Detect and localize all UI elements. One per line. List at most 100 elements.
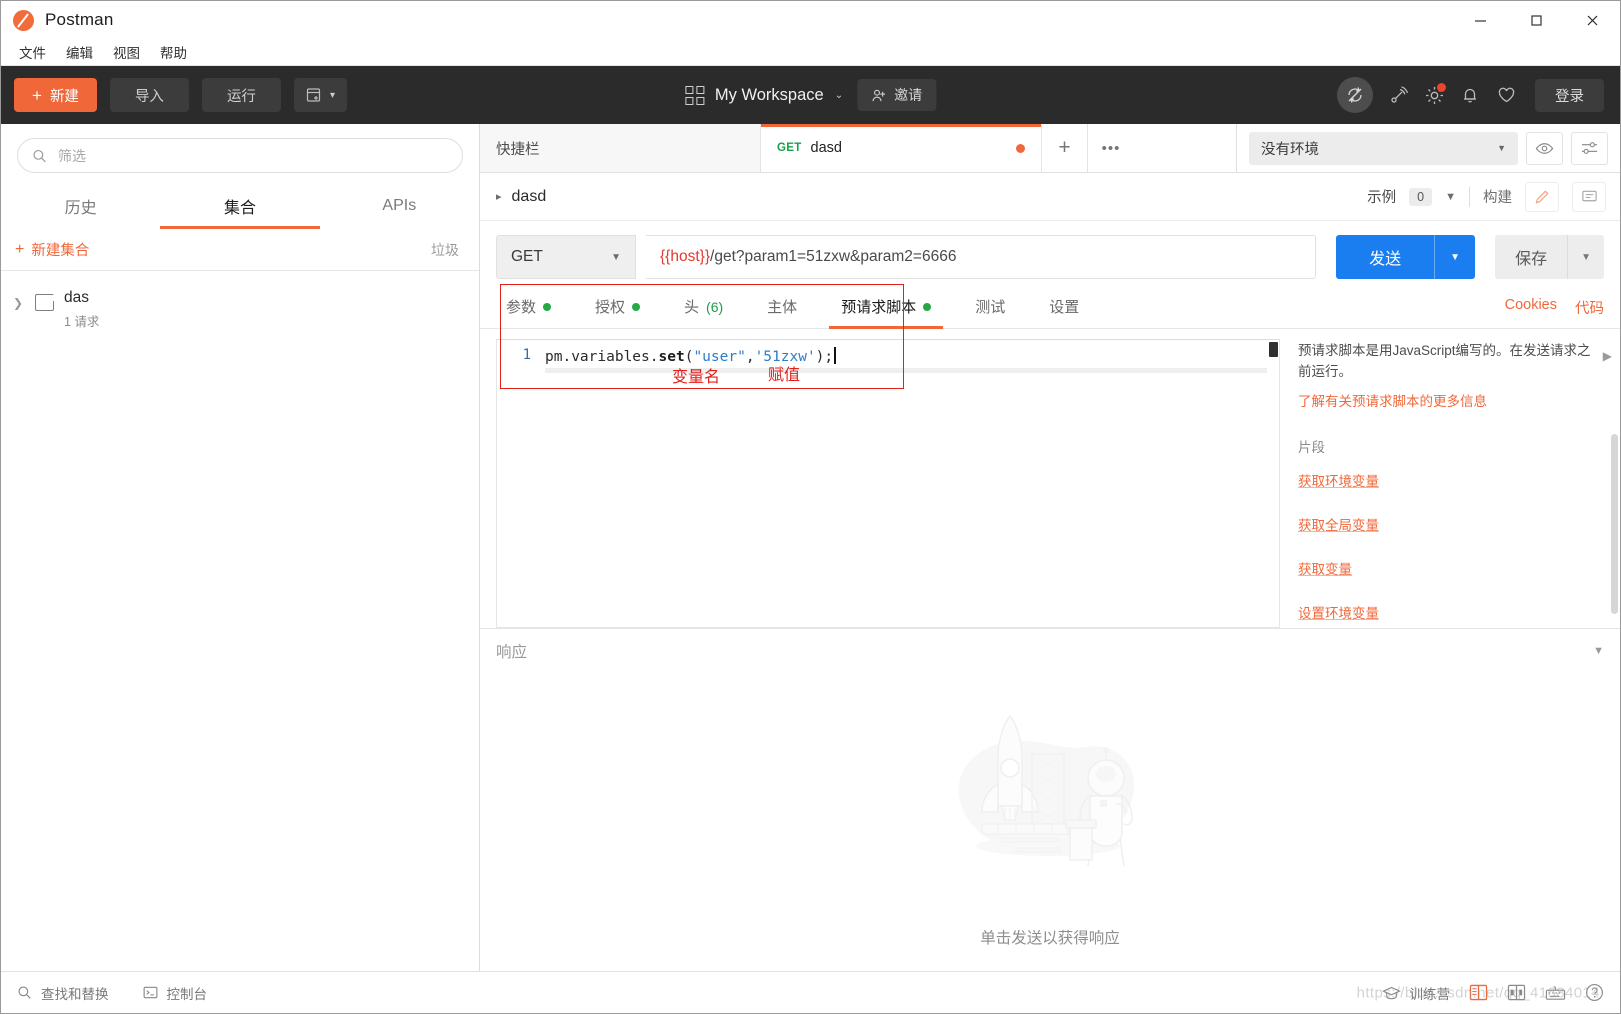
code-editor[interactable]: 1 pm.variables.set("user",'51zxw'); xyxy=(496,339,1280,628)
build-link[interactable]: 构建 xyxy=(1483,186,1512,207)
menu-view[interactable]: 视图 xyxy=(105,39,148,65)
filter-box[interactable] xyxy=(17,138,463,173)
chevron-right-icon[interactable]: ❯ xyxy=(11,289,25,310)
grid-icon xyxy=(684,85,704,105)
environment-area: 没有环境 ▼ xyxy=(1236,124,1620,172)
satellite-icon[interactable] xyxy=(1387,84,1409,106)
add-tab-button[interactable]: + xyxy=(1042,124,1088,172)
save-button[interactable]: 保存 ▼ xyxy=(1495,235,1604,279)
code-content[interactable]: pm.variables.set("user",'51zxw'); xyxy=(545,347,836,365)
cookies-link[interactable]: Cookies xyxy=(1505,297,1557,318)
invite-label: 邀请 xyxy=(894,87,923,103)
snippet-set-environment-variable[interactable]: 设置环境变量 xyxy=(1298,602,1602,622)
method-selector[interactable]: GET ▼ xyxy=(496,235,636,279)
collection-list: ❯ das 1 请求 xyxy=(1,271,479,971)
manage-environments-button[interactable] xyxy=(1571,131,1608,165)
minimize-button[interactable] xyxy=(1452,1,1508,39)
bell-icon[interactable] xyxy=(1459,84,1481,106)
list-item[interactable]: ❯ das 1 请求 xyxy=(1,281,479,338)
tab-method: GET xyxy=(777,142,802,154)
collection-request-count: 1 请求 xyxy=(64,315,100,329)
request-breadcrumb[interactable]: ▸ dasd xyxy=(496,188,546,206)
collapse-panel-icon[interactable]: ▶ xyxy=(1603,349,1612,363)
url-input[interactable]: {{host}}/get?param1=51zxw&param2=6666 xyxy=(646,235,1317,279)
tab-label: 主体 xyxy=(767,299,798,316)
snippets-scrollbar[interactable] xyxy=(1611,434,1618,614)
chevron-down-icon[interactable]: ▼ xyxy=(1568,252,1604,263)
menu-file[interactable]: 文件 xyxy=(11,39,54,65)
maximize-button[interactable] xyxy=(1508,1,1564,39)
chevron-down-icon[interactable]: ▼ xyxy=(1593,645,1604,657)
request-name: dasd xyxy=(511,187,547,205)
new-button[interactable]: + 新建 xyxy=(14,78,97,112)
find-replace-button[interactable]: 查找和替换 xyxy=(17,983,109,1003)
eye-icon xyxy=(1535,142,1554,154)
headers-count: (6) xyxy=(706,298,724,315)
code-link[interactable]: 代码 xyxy=(1575,297,1604,318)
app-body: 历史 集合 APIs + 新建集合 垃圾 ❯ das 1 请求 xyxy=(1,124,1620,971)
tab-params[interactable]: 参数 xyxy=(496,296,573,328)
tab-dasd[interactable]: GET dasd xyxy=(761,124,1042,172)
tab-options-button[interactable]: ••• xyxy=(1088,124,1134,172)
sync-off-icon[interactable] xyxy=(1337,77,1373,113)
header-left-actions: + 新建 导入 运行 ▾ xyxy=(1,78,347,112)
split-pane-layout-button[interactable] xyxy=(1507,984,1526,1001)
editor-scrollbar-horizontal[interactable] xyxy=(545,368,1267,373)
environment-selector[interactable]: 没有环境 ▼ xyxy=(1249,131,1518,165)
login-button[interactable]: 登录 xyxy=(1535,78,1604,112)
snippet-get-variable[interactable]: 获取变量 xyxy=(1298,558,1602,578)
search-input[interactable] xyxy=(58,147,448,164)
keyboard-shortcuts-button[interactable] xyxy=(1545,985,1566,1001)
chevron-down-icon[interactable]: ▼ xyxy=(1435,252,1475,263)
rocket-illustration-icon xyxy=(958,714,1134,866)
tab-label: 设置 xyxy=(1049,299,1080,316)
script-editor-area: 1 pm.variables.set("user",'51zxw'); 变量名 … xyxy=(480,284,1620,628)
tab-shortcuts[interactable]: 快捷栏 xyxy=(480,124,761,172)
snippet-get-environment-variable[interactable]: 获取环境变量 xyxy=(1298,470,1602,490)
bootcamp-button[interactable]: 训练营 xyxy=(1381,983,1450,1003)
tab-pre-request-script[interactable]: 预请求脚本 xyxy=(819,296,953,329)
snippets-learn-more-link[interactable]: 了解有关预请求脚本的更多信息 xyxy=(1298,390,1602,410)
sidebar-tabs: 历史 集合 APIs xyxy=(1,183,479,229)
gear-icon[interactable] xyxy=(1423,83,1446,106)
chevron-down-icon: ▼ xyxy=(1497,143,1506,153)
menu-edit[interactable]: 编辑 xyxy=(58,39,101,65)
new-collection-button[interactable]: + 新建集合 xyxy=(15,239,89,260)
snippet-get-global-variable[interactable]: 获取全局变量 xyxy=(1298,514,1602,534)
new-window-button[interactable]: ▾ xyxy=(293,78,347,112)
import-button[interactable]: 导入 xyxy=(109,78,189,112)
sidebar-tab-apis[interactable]: APIs xyxy=(320,183,479,229)
notification-dot xyxy=(1437,83,1446,92)
edit-request-button[interactable] xyxy=(1525,181,1559,212)
response-empty-hint: 单击发送以获得响应 xyxy=(980,929,1120,947)
workspace-selector[interactable]: My Workspace ⌄ xyxy=(684,85,843,105)
close-button[interactable] xyxy=(1564,1,1620,39)
terminal-icon xyxy=(143,986,157,999)
two-pane-layout-button[interactable] xyxy=(1469,984,1488,1001)
editor-scrollbar-vertical[interactable] xyxy=(1269,342,1278,357)
console-label: 控制台 xyxy=(166,986,208,1002)
tab-tests[interactable]: 测试 xyxy=(953,296,1027,328)
find-replace-label: 查找和替换 xyxy=(41,986,109,1002)
tab-body[interactable]: 主体 xyxy=(745,296,819,328)
help-button[interactable] xyxy=(1585,983,1604,1002)
method-value: GET xyxy=(511,248,543,265)
split-pane-icon xyxy=(1507,984,1526,1001)
console-button[interactable]: 控制台 xyxy=(143,983,208,1003)
header-right-actions: 登录 xyxy=(1337,77,1620,113)
response-body: 单击发送以获得响应 xyxy=(480,672,1620,971)
chevron-down-icon[interactable]: ▼ xyxy=(1445,191,1456,203)
sidebar-tab-history[interactable]: 历史 xyxy=(1,183,160,229)
tab-headers[interactable]: 头 (6) xyxy=(662,296,745,328)
tab-settings[interactable]: 设置 xyxy=(1027,296,1101,328)
comment-button[interactable] xyxy=(1572,181,1606,212)
runner-button[interactable]: 运行 xyxy=(201,78,281,112)
heart-icon[interactable] xyxy=(1495,84,1517,106)
send-button[interactable]: 发送 ▼ xyxy=(1336,235,1476,279)
menu-help[interactable]: 帮助 xyxy=(152,39,195,65)
invite-button[interactable]: 邀请 xyxy=(857,79,937,111)
sidebar-tab-collections[interactable]: 集合 xyxy=(160,183,319,229)
trash-link[interactable]: 垃圾 xyxy=(431,240,459,260)
environment-quick-look-button[interactable] xyxy=(1526,131,1563,165)
tab-authorization[interactable]: 授权 xyxy=(573,296,662,328)
